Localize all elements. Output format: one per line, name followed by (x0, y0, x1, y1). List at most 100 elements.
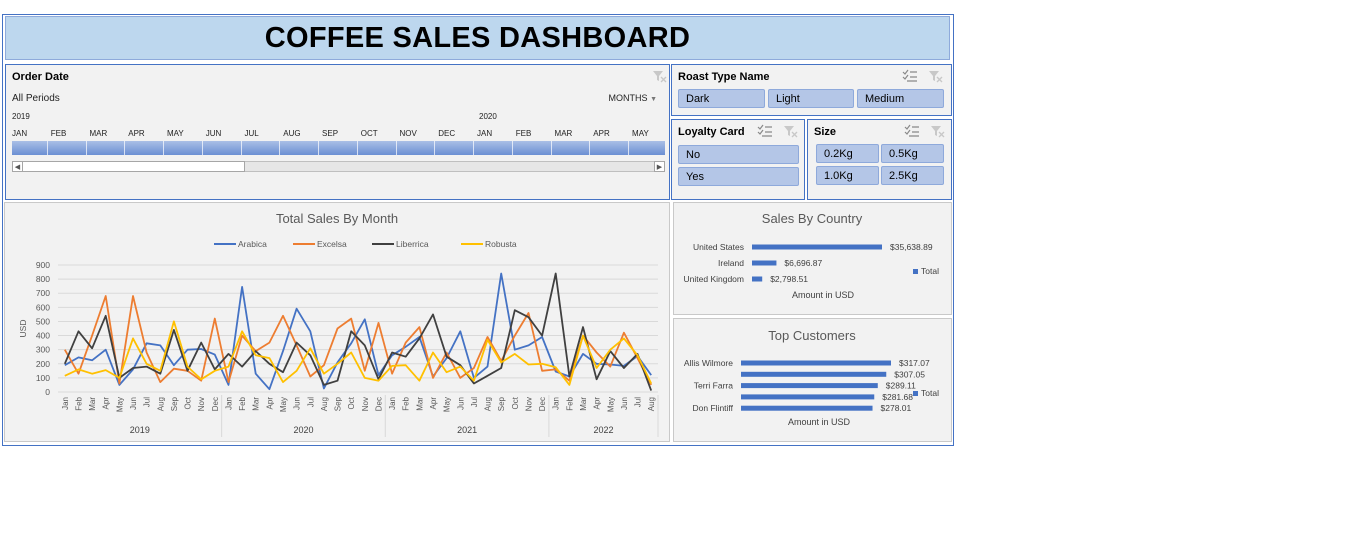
y-tick-label: 100 (36, 373, 50, 383)
x-tick-label: Dec (374, 397, 383, 411)
x-tick-label: Jan (552, 397, 561, 410)
data-label: $289.11 (886, 381, 916, 391)
timeline-month-label[interactable]: NOV (400, 129, 417, 138)
timeline-month-label[interactable]: APR (128, 129, 144, 138)
timeline-level-dropdown[interactable]: MONTHS ▼ (609, 93, 657, 103)
clear-filter-icon[interactable] (929, 124, 945, 138)
loyalty-item-yes[interactable]: Yes (678, 167, 799, 186)
data-label: $2,798.51 (770, 274, 808, 284)
bar (752, 260, 777, 266)
x-tick-label: Sep (170, 396, 179, 411)
y-tick-label: 900 (36, 260, 50, 270)
x-tick-label: Oct (347, 396, 356, 409)
year-label: 2019 (130, 425, 150, 435)
x-axis-label: Amount in USD (792, 290, 855, 300)
size-item-0-2kg[interactable]: 0.2Kg (816, 144, 879, 163)
data-label: $6,696.87 (784, 258, 822, 268)
timeline-selection-bar[interactable] (12, 141, 665, 155)
loyalty-item-no[interactable]: No (678, 145, 799, 164)
timeline-scroll-thumb[interactable] (22, 161, 245, 172)
timeline-month-divider (85, 141, 87, 155)
x-tick-label: Feb (238, 396, 247, 410)
timeline-month-divider (46, 141, 48, 155)
chart-title: Top Customers (768, 328, 856, 343)
scroll-right-icon[interactable]: ▶ (654, 161, 665, 172)
bar (741, 405, 873, 411)
x-tick-label: Mar (415, 397, 424, 411)
category-label: Don Flintiff (693, 403, 734, 413)
order-date-timeline[interactable]: Order Date All Periods MONTHS ▼ 2019 202… (5, 64, 670, 200)
y-tick-label: 400 (36, 331, 50, 341)
size-item-1-0kg[interactable]: 1.0Kg (816, 166, 879, 185)
timeline-periods-label: All Periods (12, 93, 60, 104)
timeline-month-label[interactable]: JUN (206, 129, 222, 138)
x-tick-label: Apr (265, 397, 274, 410)
timeline-month-divider (356, 141, 358, 155)
timeline-month-label[interactable]: FEB (51, 129, 67, 138)
timeline-month-label[interactable]: AUG (283, 129, 300, 138)
y-axis-label: USD (18, 320, 28, 338)
category-label: United Kingdom (684, 274, 744, 284)
x-tick-label: Jun (620, 397, 629, 410)
roast-item-medium[interactable]: Medium (857, 89, 944, 108)
x-tick-label: Jul (634, 397, 643, 407)
timeline-header: Order Date (12, 71, 69, 83)
bar (741, 394, 875, 400)
x-tick-label: Oct (511, 396, 520, 409)
clear-filter-icon[interactable] (927, 69, 943, 83)
roast-item-dark[interactable]: Dark (678, 89, 765, 108)
year-label: 2022 (593, 425, 613, 435)
timeline-month-divider (395, 141, 397, 155)
x-tick-label: Nov (197, 397, 206, 411)
sales-by-month-chart: Total Sales By Month Arabica Excelsa Liberr… (18, 211, 659, 437)
x-tick-label: Jan (61, 397, 70, 410)
timeline-month-divider (589, 141, 591, 155)
bar (741, 360, 891, 366)
size-item-0-5kg[interactable]: 0.5Kg (881, 144, 944, 163)
timeline-month-label[interactable]: MAY (167, 129, 184, 138)
timeline-month-label[interactable]: JAN (12, 129, 27, 138)
roast-type-slicer: Roast Type Name Dark Light Medium (671, 64, 952, 116)
timeline-month-label[interactable]: JUL (245, 129, 259, 138)
category-label: Allis Wilmore (684, 358, 733, 368)
x-tick-label: Jun (293, 397, 302, 410)
legend-swatch (913, 269, 918, 274)
x-tick-label: Aug (484, 397, 493, 411)
legend-label: Liberrica (396, 239, 429, 249)
clear-filter-icon[interactable] (782, 124, 798, 138)
x-tick-label: May (115, 397, 124, 412)
timeline-month-divider (511, 141, 513, 155)
x-tick-label: Jun (456, 397, 465, 410)
timeline-month-label[interactable]: OCT (361, 129, 378, 138)
timeline-month-label[interactable]: FEB (516, 129, 532, 138)
legend-label: Robusta (485, 239, 517, 249)
timeline-month-label[interactable]: DEC (438, 129, 455, 138)
roast-slicer-header: Roast Type Name (678, 71, 770, 83)
y-tick-label: 300 (36, 345, 50, 355)
size-item-2-5kg[interactable]: 2.5Kg (881, 166, 944, 185)
timeline-month-divider (279, 141, 281, 155)
legend-label: Total (921, 266, 939, 276)
timeline-month-label[interactable]: JAN (477, 129, 492, 138)
multi-select-icon[interactable] (902, 69, 918, 83)
timeline-month-label[interactable]: APR (593, 129, 609, 138)
timeline-month-label[interactable]: MAR (90, 129, 108, 138)
timeline-month-divider (473, 141, 475, 155)
roast-item-light[interactable]: Light (768, 89, 854, 108)
x-tick-label: Jan (388, 397, 397, 410)
timeline-month-label[interactable]: MAY (632, 129, 649, 138)
year-label: 2021 (457, 425, 477, 435)
size-slicer-header: Size (814, 126, 837, 138)
scroll-left-icon[interactable]: ◀ (12, 161, 23, 172)
data-label: $317.07 (899, 358, 930, 368)
multi-select-icon[interactable] (757, 124, 773, 138)
timeline-month-label[interactable]: SEP (322, 129, 338, 138)
timeline-month-label[interactable]: MAR (555, 129, 573, 138)
legend-label: Total (921, 388, 939, 398)
x-axis-label: Amount in USD (788, 417, 851, 427)
x-tick-label: Mar (252, 397, 261, 411)
clear-filter-icon[interactable] (651, 69, 667, 83)
bar (741, 383, 878, 389)
multi-select-icon[interactable] (904, 124, 920, 138)
category-label: Terri Farra (694, 381, 733, 391)
